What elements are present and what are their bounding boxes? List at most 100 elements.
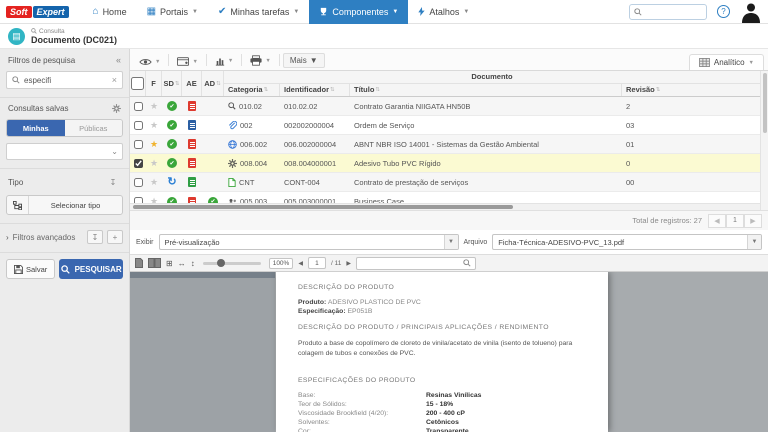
table-row[interactable]: ★ ✔ 010.02 010.02.02 Contrato Garantia N…	[130, 97, 760, 116]
categoria-value: CNT	[239, 178, 254, 187]
more-label: Mais	[290, 56, 307, 65]
fit-height-icon[interactable]: ↕	[191, 259, 195, 268]
tab-minhas[interactable]: Minhas	[7, 120, 65, 136]
tab-publicas[interactable]: Públicas	[65, 120, 123, 136]
layout-button[interactable]: ▼	[172, 55, 202, 68]
softexpert-logo[interactable]: Soft Expert	[6, 6, 69, 18]
xls-file-icon[interactable]	[188, 177, 196, 187]
favorite-star-icon[interactable]: ★	[150, 101, 158, 112]
favorite-star-icon[interactable]: ★	[150, 177, 158, 188]
two-page-icon[interactable]	[148, 258, 161, 268]
file-select[interactable]: Ficha-Técnica-ADESIVO-PVC_13.pdf ▼	[492, 234, 762, 250]
column-identificador[interactable]: Identificador⇅	[280, 84, 350, 96]
help-icon[interactable]: ?	[717, 5, 730, 18]
row-checkbox[interactable]	[134, 159, 143, 168]
doc-file-icon[interactable]	[188, 120, 196, 130]
view-mode-analitico[interactable]: Analítico ▼	[689, 54, 764, 70]
save-button[interactable]: Salvar	[6, 259, 55, 279]
apply-filter-icon[interactable]: ↧	[87, 230, 103, 244]
identificador-value: 008.004000001	[284, 159, 336, 168]
table-row[interactable]: ★ ↻ CNT CONT-004 Contrato de prestação d…	[130, 173, 760, 192]
identificador-value: CONT-004	[284, 178, 320, 187]
row-checkbox[interactable]	[134, 178, 143, 187]
global-search-input[interactable]	[642, 7, 698, 16]
logo-part-soft: Soft	[6, 6, 32, 18]
favorite-star-icon[interactable]: ★	[150, 120, 158, 131]
zoom-slider-knob[interactable]	[217, 259, 225, 267]
column-categoria[interactable]: Categoria⇅	[224, 84, 280, 96]
select-type-button[interactable]: Selecionar tipo	[6, 195, 123, 215]
table-row[interactable]: ★ ✔ ✔ 005.003 005.003000001 Business Cas…	[130, 192, 760, 203]
print-button[interactable]: ▼	[245, 53, 275, 68]
saved-query-select[interactable]: ⌄	[6, 143, 123, 160]
single-page-icon[interactable]	[135, 258, 143, 268]
row-checkbox[interactable]	[134, 197, 143, 203]
pdf-file-icon[interactable]	[188, 139, 196, 149]
chevron-down-icon: ⌄	[111, 147, 118, 156]
pdf-search-input[interactable]	[361, 260, 460, 267]
collapse-panel-icon[interactable]: «	[116, 55, 121, 65]
pesquisar-button[interactable]: PESQUISAR	[59, 259, 123, 279]
select-all-checkbox[interactable]	[131, 77, 144, 90]
table-row[interactable]: ★ ✔ 002 002002000004 Ordem de Serviço 03	[130, 116, 760, 135]
nav-componentes[interactable]: Componentes ▼	[309, 0, 408, 24]
column-ae[interactable]: AE	[182, 71, 202, 96]
favorite-star-icon[interactable]: ★	[150, 196, 158, 203]
advanced-filters-label[interactable]: Filtros avançados	[13, 233, 83, 242]
row-checkbox[interactable]	[134, 140, 143, 149]
pdf-paragraph: Produto a base de copolímero de cloreto …	[298, 339, 586, 359]
pdf-file-icon[interactable]	[188, 101, 196, 111]
user-avatar[interactable]	[740, 1, 762, 23]
pdf-viewer[interactable]: DESCRIÇÃO DO PRODUTO Produto: ADESIVO PL…	[130, 272, 768, 432]
nav-atalhos[interactable]: Atalhos ▼	[408, 0, 479, 24]
horizontal-scrollbar[interactable]	[130, 203, 760, 210]
nav-home[interactable]: ⌂ Home	[83, 0, 137, 24]
preview-controls: Exibir Pré-visualização ▼ Arquivo Ficha-…	[130, 230, 768, 254]
column-revisao[interactable]: Revisão⇅	[622, 84, 760, 96]
apply-filter-icon[interactable]: ↧	[105, 175, 121, 189]
current-page[interactable]: 1	[726, 214, 744, 228]
table-row[interactable]: ★ ✔ 006.002 006.002000004 ABNT NBR ISO 1…	[130, 135, 760, 154]
row-checkbox[interactable]	[134, 102, 143, 111]
pdf-file-icon[interactable]	[188, 158, 196, 168]
prev-pdf-page-button[interactable]: ◀	[298, 260, 303, 267]
zoom-slider[interactable]	[203, 262, 261, 265]
clear-search-icon[interactable]: ×	[112, 75, 117, 85]
titulo-value: Business Case	[354, 197, 404, 203]
display-select[interactable]: Pré-visualização ▼	[159, 234, 459, 250]
scrollbar-thumb[interactable]	[763, 73, 767, 133]
column-favorite[interactable]: F	[146, 71, 162, 96]
next-pdf-page-button[interactable]: ▶	[346, 260, 351, 267]
prev-page-button[interactable]: ◀	[708, 214, 726, 228]
table-row-selected[interactable]: ★ ✔ 008.004 008.004000001 Adesivo Tubo P…	[130, 154, 760, 173]
gear-icon[interactable]	[112, 104, 121, 113]
column-titulo[interactable]: Título⇅	[350, 84, 622, 96]
pdf-pane-scrollbar[interactable]	[130, 272, 275, 278]
favorite-star-icon[interactable]: ★	[150, 158, 158, 169]
thumbnail-grid-icon[interactable]: ⊞	[166, 259, 173, 268]
view-options-button[interactable]: ▼	[134, 56, 165, 68]
zoom-level[interactable]: 100%	[269, 258, 294, 269]
pdf-file-icon[interactable]	[188, 197, 196, 204]
column-sd[interactable]: SD⇅	[162, 71, 182, 96]
row-checkbox[interactable]	[134, 121, 143, 130]
more-actions-button[interactable]: Mais ▼	[283, 53, 325, 68]
check-icon: ✔	[218, 7, 226, 17]
group-header-documento: Documento	[224, 71, 760, 84]
page-title: Documento (DC021)	[31, 35, 117, 45]
nav-minhas-tarefas[interactable]: ✔ Minhas tarefas ▼	[208, 0, 309, 24]
column-ad[interactable]: AD⇅	[202, 71, 224, 96]
filter-search-input[interactable]	[24, 76, 108, 85]
next-page-button[interactable]: ▶	[744, 214, 762, 228]
spec-row: Teor de Sólidos:15 - 18%	[298, 401, 586, 408]
favorite-star-icon[interactable]: ★	[150, 139, 158, 150]
pdf-page-input[interactable]	[308, 257, 326, 269]
vertical-scrollbar[interactable]	[760, 71, 768, 210]
fit-width-icon[interactable]: ↔	[178, 259, 186, 268]
nav-portais[interactable]: ▦ Portais ▼	[137, 0, 208, 24]
chart-button[interactable]: ▼	[210, 54, 238, 68]
scrollbar-thumb[interactable]	[133, 205, 513, 209]
search-icon[interactable]	[463, 259, 471, 267]
chevron-down-icon: ▼	[192, 59, 197, 65]
add-filter-icon[interactable]: +	[107, 230, 123, 244]
